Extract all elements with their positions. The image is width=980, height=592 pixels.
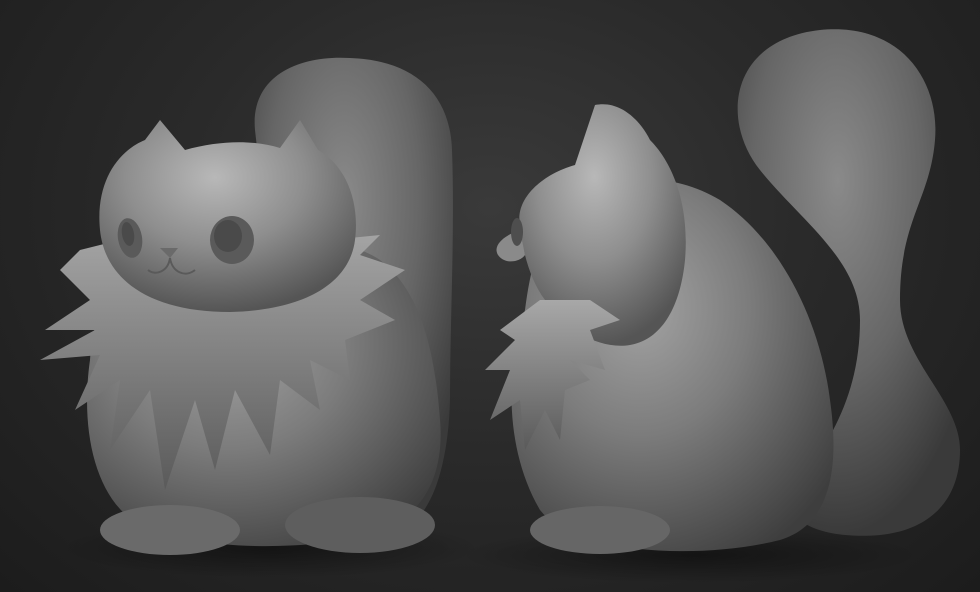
- front-view-cat: [40, 57, 480, 578]
- sculpt-viewport[interactable]: [0, 0, 980, 592]
- side-view-cat: [460, 29, 960, 583]
- sculpt-render: [40, 29, 960, 583]
